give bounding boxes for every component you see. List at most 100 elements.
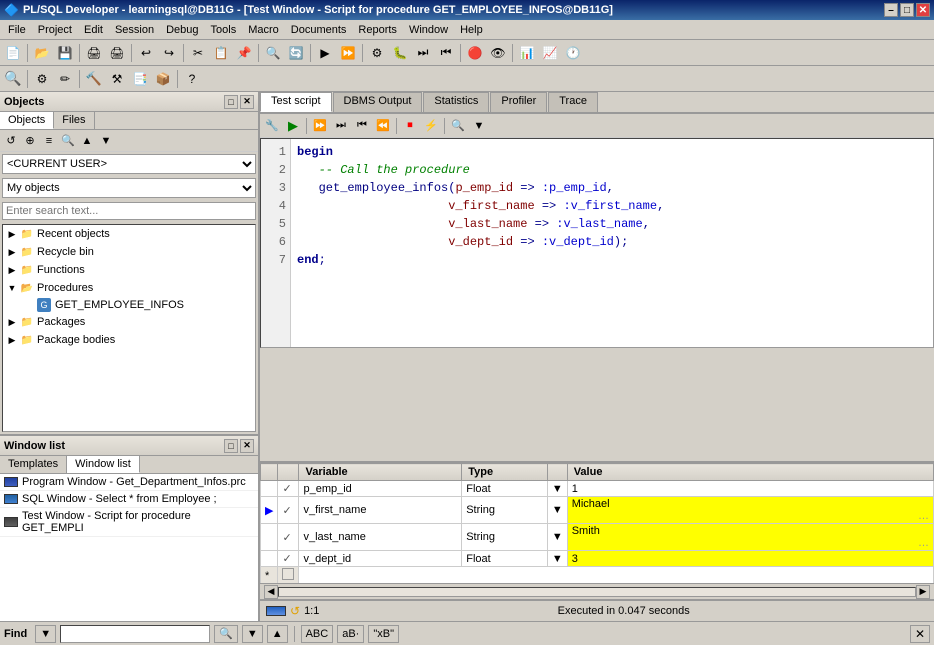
new-btn[interactable]: 📄 xyxy=(2,42,24,64)
wl-item-prog[interactable]: Program Window - Get_Department_Infos.pr… xyxy=(0,474,258,491)
cell-type-arrow[interactable]: ▼ xyxy=(547,497,567,524)
compile2-btn[interactable]: 🔨 xyxy=(83,68,105,90)
run2-btn[interactable]: ⏩ xyxy=(337,42,359,64)
menu-tools[interactable]: Tools xyxy=(205,22,243,38)
code-editor[interactable]: 1 2 3 4 5 6 7 begin -- Call the procedur… xyxy=(260,138,934,348)
stepover-btn[interactable]: ⏮ xyxy=(435,42,457,64)
find-dropdown-btn[interactable]: ▼ xyxy=(35,625,56,643)
h-scrollbar[interactable] xyxy=(278,587,916,597)
tab-profiler[interactable]: Profiler xyxy=(490,92,547,112)
zoom-btn[interactable]: 🔍 xyxy=(2,68,24,90)
edit-settings-btn[interactable]: 🔧 xyxy=(262,116,282,136)
find-prev-btn[interactable]: ▼ xyxy=(242,625,263,643)
run-script-btn[interactable]: ▶ xyxy=(283,116,303,136)
debug-btn[interactable]: 🐛 xyxy=(389,42,411,64)
step-into-btn[interactable]: ⏩ xyxy=(310,116,330,136)
stop-btn[interactable]: ⏹ xyxy=(400,116,420,136)
cell-value[interactable] xyxy=(567,551,933,567)
menu-documents[interactable]: Documents xyxy=(285,22,353,38)
tree-item-packages[interactable]: ▶ 📁 Packages xyxy=(3,313,255,331)
cell-type-arrow[interactable]: ▼ xyxy=(547,551,567,567)
cell-expand-btn[interactable]: … xyxy=(918,510,929,522)
compile-btn[interactable]: ⚙ xyxy=(366,42,388,64)
save-btn[interactable]: 💾 xyxy=(54,42,76,64)
wl-hide-btn[interactable]: ✕ xyxy=(240,439,254,453)
objects-float-btn[interactable]: □ xyxy=(224,95,238,109)
watch-btn[interactable]: 👁 xyxy=(487,42,509,64)
tab-templates[interactable]: Templates xyxy=(0,456,67,473)
menu-reports[interactable]: Reports xyxy=(352,22,403,38)
tab-window-list[interactable]: Window list xyxy=(67,456,140,473)
find-input[interactable] xyxy=(60,625,210,643)
run-to-btn[interactable]: ⏪ xyxy=(373,116,393,136)
find-search-btn[interactable]: 🔍 xyxy=(214,625,238,643)
undo-btn[interactable]: ↩ xyxy=(135,42,157,64)
explain-btn[interactable]: 📊 xyxy=(516,42,538,64)
cell-value[interactable]: … xyxy=(567,497,933,524)
tree-item-get-employee[interactable]: G GET_EMPLOYEE_INFOS xyxy=(3,297,255,313)
filter-btn[interactable]: ≡ xyxy=(40,132,58,150)
tab-dbms-output[interactable]: DBMS Output xyxy=(333,92,423,112)
copy-btn[interactable]: 📋 xyxy=(210,42,232,64)
menu-edit[interactable]: Edit xyxy=(78,22,109,38)
autotrace-btn[interactable]: 📈 xyxy=(539,42,561,64)
objects-hide-btn[interactable]: ✕ xyxy=(240,95,254,109)
down-btn[interactable]: ▼ xyxy=(97,132,115,150)
cell-type-arrow[interactable]: ▼ xyxy=(547,481,567,497)
menu-macro[interactable]: Macro xyxy=(242,22,285,38)
find-case-btn[interactable]: aB· xyxy=(337,625,364,643)
find-dropdown-btn[interactable]: ▼ xyxy=(469,116,489,136)
wl-item-test[interactable]: Test Window - Script for procedure GET_E… xyxy=(0,508,258,537)
describe-btn[interactable]: 📑 xyxy=(129,68,151,90)
pause-btn[interactable]: ⚡ xyxy=(421,116,441,136)
my-objects-dropdown[interactable]: My objects All objects xyxy=(2,178,256,198)
menu-window[interactable]: Window xyxy=(403,22,454,38)
paste-btn[interactable]: 📌 xyxy=(233,42,255,64)
find-obj-btn[interactable]: 🔍 xyxy=(59,132,77,150)
print-btn[interactable]: 🖨 xyxy=(83,42,105,64)
cell-expand-btn[interactable]: … xyxy=(918,537,929,549)
breakpoint-btn[interactable]: 🔴 xyxy=(464,42,486,64)
scroll-right-btn[interactable]: ▶ xyxy=(916,585,930,599)
cell-input[interactable] xyxy=(572,498,929,510)
cut-btn[interactable]: ✂ xyxy=(187,42,209,64)
close-button[interactable]: ✕ xyxy=(916,3,930,17)
find-abc-btn[interactable]: ABC xyxy=(301,625,334,643)
find-close-btn[interactable]: ✕ xyxy=(910,625,930,643)
code-content[interactable]: begin -- Call the procedure get_employee… xyxy=(291,139,933,347)
refresh-btn[interactable]: ↺ xyxy=(2,132,20,150)
scroll-left-btn[interactable]: ◀ xyxy=(264,585,278,599)
menu-project[interactable]: Project xyxy=(32,22,78,38)
replace-btn[interactable]: 🔄 xyxy=(285,42,307,64)
tab-files[interactable]: Files xyxy=(54,112,94,129)
tree-item-recycle[interactable]: ▶ 📁 Recycle bin xyxy=(3,243,255,261)
tree-item-recent[interactable]: ▶ 📁 Recent objects xyxy=(3,225,255,243)
object-btn[interactable]: 📦 xyxy=(152,68,174,90)
cell-input[interactable] xyxy=(572,553,929,565)
menu-file[interactable]: File xyxy=(2,22,32,38)
find-regex-btn[interactable]: "xB" xyxy=(368,625,399,643)
tree-item-procedures[interactable]: ▼ 📂 Procedures xyxy=(3,279,255,297)
tree-item-functions[interactable]: ▶ 📁 Functions xyxy=(3,261,255,279)
find-script-btn[interactable]: 🔍 xyxy=(448,116,468,136)
cell-input[interactable] xyxy=(572,525,929,537)
tab-test-script[interactable]: Test script xyxy=(260,92,332,112)
wl-item-sql[interactable]: SQL Window - Select * from Employee ; xyxy=(0,491,258,508)
redo-btn[interactable]: ↪ xyxy=(158,42,180,64)
print2-btn[interactable]: 🖨 xyxy=(106,42,128,64)
user-select-dropdown[interactable]: <CURRENT USER> xyxy=(2,154,256,174)
search-input[interactable] xyxy=(2,202,256,220)
tree-item-package-bodies[interactable]: ▶ 📁 Package bodies xyxy=(3,331,255,349)
menu-debug[interactable]: Debug xyxy=(160,22,204,38)
compile3-btn[interactable]: ⚒ xyxy=(106,68,128,90)
maximize-button[interactable]: □ xyxy=(900,3,914,17)
pencil-btn[interactable]: ✏ xyxy=(54,68,76,90)
up-btn[interactable]: ▲ xyxy=(78,132,96,150)
cell-type-arrow[interactable]: ▼ xyxy=(547,524,567,551)
add-obj-btn[interactable]: ⊕ xyxy=(21,132,39,150)
menu-help[interactable]: Help xyxy=(454,22,489,38)
help-btn[interactable]: ? xyxy=(181,68,203,90)
settings-btn[interactable]: ⚙ xyxy=(31,68,53,90)
tab-objects[interactable]: Objects xyxy=(0,112,54,129)
wl-float-btn[interactable]: □ xyxy=(224,439,238,453)
